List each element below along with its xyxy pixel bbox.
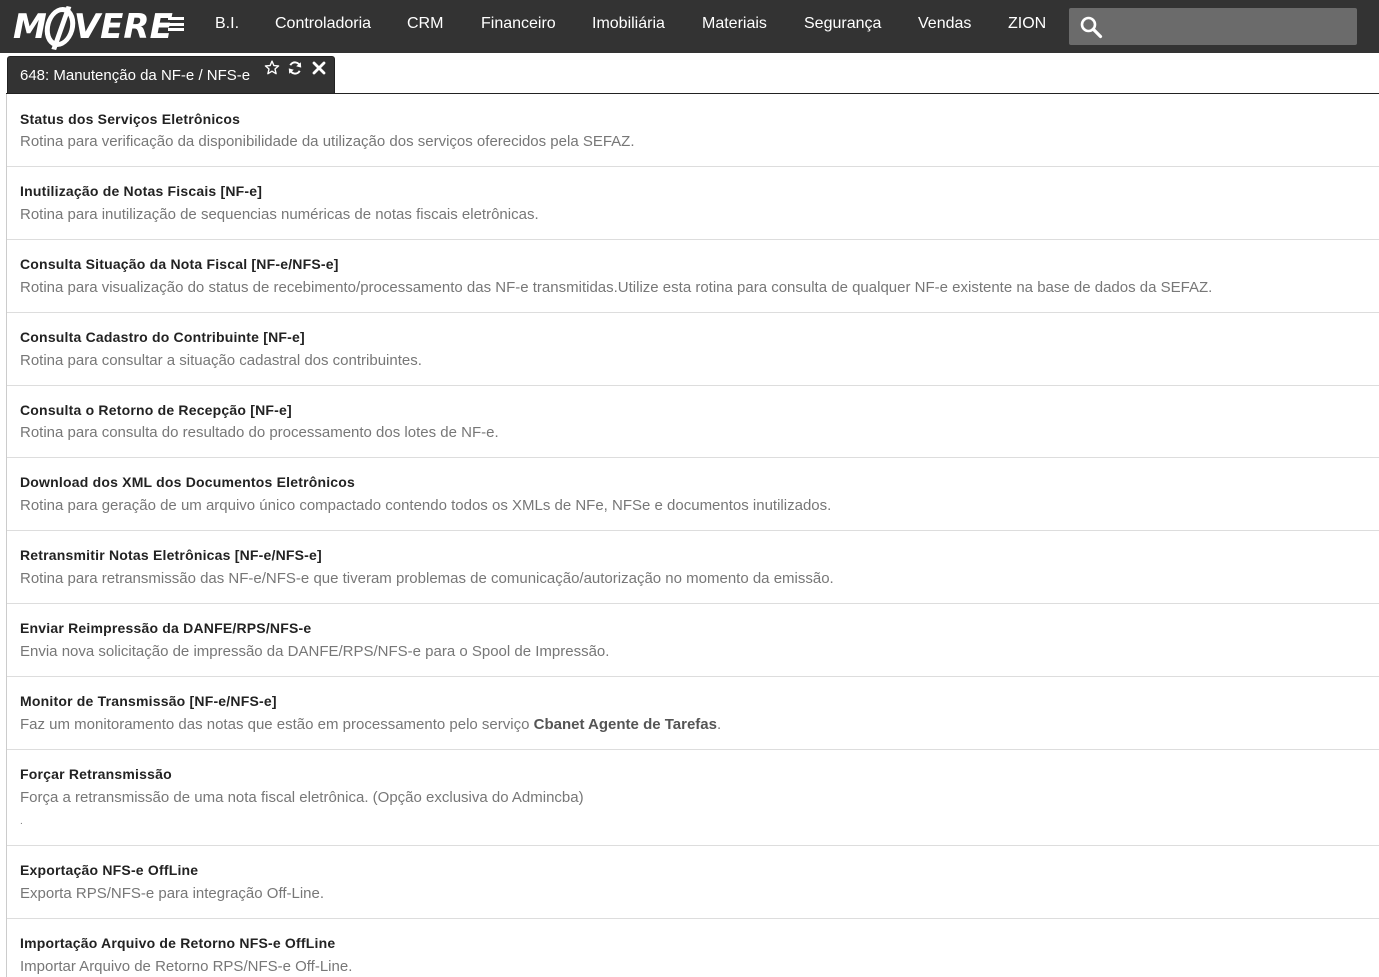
menu-item-imobiliaria[interactable]: Imobiliária [592, 15, 665, 33]
item-title: Forçar Retransmissão [20, 766, 172, 782]
item-description: Rotina para geração de um arquivo único … [20, 497, 832, 514]
list-item[interactable]: Consulta Situação da Nota Fiscal [NF-e/N… [7, 240, 1379, 313]
service-name: Cbanet Agente de Tarefas [533, 716, 717, 733]
item-description: Rotina para inutilização de sequencias n… [20, 206, 539, 223]
tab-title: 648: Manutenção da NF-e / NFS-e [20, 67, 251, 84]
search-box [1069, 8, 1357, 45]
item-description: Força a retransmissão de uma nota fiscal… [20, 789, 584, 806]
search-input[interactable] [1111, 8, 1351, 45]
item-title: Inutilização de Notas Fiscais [NF-e] [20, 183, 263, 199]
item-title: Importação Arquivo de Retorno NFS-e OffL… [20, 935, 336, 951]
list-item[interactable]: Enviar Reimpressão da DANFE/RPS/NFS-e En… [7, 604, 1379, 677]
list-item[interactable]: Download dos XML dos Documentos Eletrôni… [7, 458, 1379, 531]
list-item[interactable]: Consulta Cadastro do Contribuinte [NF-e]… [7, 313, 1379, 386]
menu-item-bi[interactable]: B.I. [215, 15, 239, 33]
menu-item-zion[interactable]: ZION [1008, 15, 1046, 33]
item-description: Rotina para consulta do resultado do pro… [20, 424, 499, 441]
movere-logo[interactable]: M VERE [13, 6, 173, 48]
item-title: Download dos XML dos Documentos Eletrôni… [20, 474, 356, 490]
list-item[interactable]: Monitor de Transmissão [NF-e/NFS-e] Faz … [7, 677, 1379, 750]
routine-list: Status dos Serviços Eletrônicos Rotina p… [6, 94, 1379, 977]
refresh-icon[interactable] [287, 60, 303, 76]
item-title: Retransmitir Notas Eletrônicas [NF-e/NFS… [20, 547, 322, 563]
item-description: Faz um monitoramento das notas que estão… [20, 716, 722, 733]
list-item[interactable]: Status dos Serviços Eletrônicos Rotina p… [7, 94, 1379, 167]
item-description: Importar Arquivo de Retorno RPS/NFS-e Of… [20, 958, 353, 975]
menu-item-seguranca[interactable]: Segurança [804, 15, 881, 33]
top-navbar: M VERE B.I. Controladoria CRM Financeiro … [0, 0, 1379, 53]
menu-item-crm[interactable]: CRM [407, 15, 443, 33]
list-item[interactable]: Consulta o Retorno de Recepção [NF-e] Ro… [7, 386, 1379, 458]
item-note: . [20, 816, 23, 827]
menu-item-controladoria[interactable]: Controladoria [275, 15, 371, 33]
hamburger-menu-icon[interactable] [168, 17, 184, 31]
search-icon[interactable] [1079, 15, 1103, 39]
list-item[interactable]: Forçar Retransmissão Força a retransmiss… [7, 750, 1379, 846]
close-icon[interactable] [311, 60, 327, 76]
menu-item-financeiro[interactable]: Financeiro [481, 15, 556, 33]
item-description: Rotina para verificação da disponibilida… [20, 133, 635, 150]
item-title: Consulta o Retorno de Recepção [NF-e] [20, 402, 292, 418]
item-description: Rotina para retransmissão das NF-e/NFS-e… [20, 570, 834, 587]
list-item[interactable]: Importação Arquivo de Retorno NFS-e OffL… [7, 919, 1379, 977]
menu-item-vendas[interactable]: Vendas [918, 15, 971, 33]
item-title: Exportação NFS-e OffLine [20, 862, 199, 878]
item-description: Exporta RPS/NFS-e para integração Off-Li… [20, 885, 325, 902]
menu-item-materiais[interactable]: Materiais [702, 15, 767, 33]
item-title: Status dos Serviços Eletrônicos [20, 111, 241, 127]
item-title: Consulta Situação da Nota Fiscal [NF-e/N… [20, 256, 339, 272]
list-item[interactable]: Retransmitir Notas Eletrônicas [NF-e/NFS… [7, 531, 1379, 604]
list-item[interactable]: Inutilização de Notas Fiscais [NF-e] Rot… [7, 167, 1379, 240]
item-description: Envia nova solicitação de impressão da D… [20, 643, 610, 660]
item-description: Rotina para visualização do status de re… [20, 279, 1213, 296]
star-icon[interactable] [264, 60, 280, 76]
item-description: Rotina para consultar a situação cadastr… [20, 352, 422, 369]
item-title: Monitor de Transmissão [NF-e/NFS-e] [20, 693, 277, 709]
list-item[interactable]: Exportação NFS-e OffLine Exporta RPS/NFS… [7, 846, 1379, 919]
item-title: Consulta Cadastro do Contribuinte [NF-e] [20, 329, 305, 345]
tab-active[interactable]: 648: Manutenção da NF-e / NFS-e [7, 56, 335, 93]
item-title: Enviar Reimpressão da DANFE/RPS/NFS-e [20, 620, 312, 636]
